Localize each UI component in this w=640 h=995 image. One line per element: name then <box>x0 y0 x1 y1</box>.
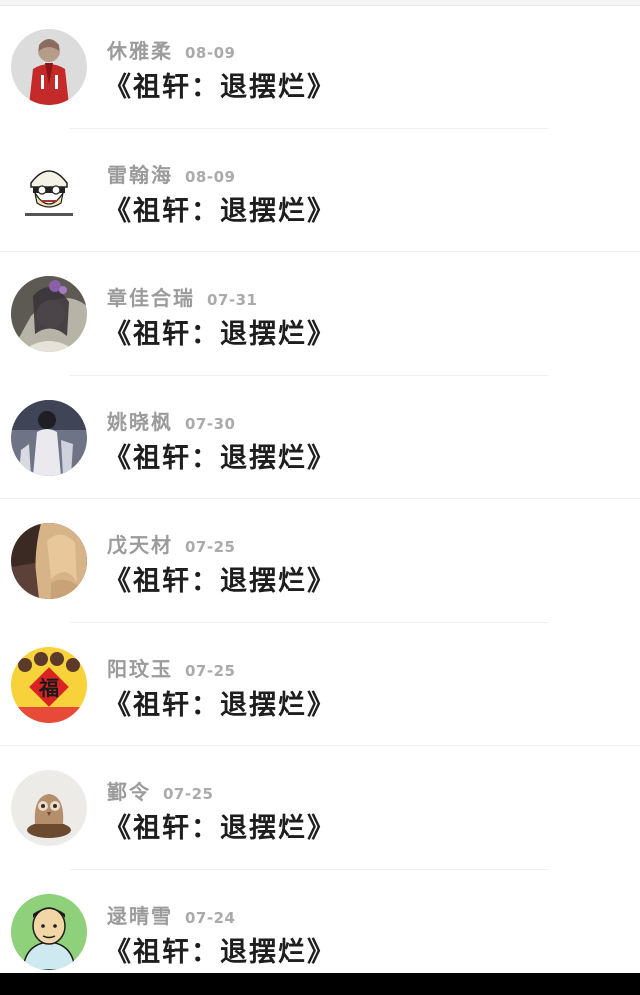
comment-list-screen: 休雅柔 08-09 《祖轩：退摆烂》 雷翰海 08-09 《祖轩：退摆烂》 章佳… <box>0 0 640 995</box>
comment-text: 《祖轩：退摆烂》 <box>104 936 336 968</box>
comment-meta: 戊天材 07-25 <box>107 529 235 557</box>
avatar-blonde-girl-image <box>11 523 87 599</box>
comment-row[interactable]: 福 阳玟玉 07-25 《祖轩：退摆烂》 <box>0 623 640 746</box>
avatar-dark-figure-image <box>11 399 87 476</box>
comment-meta: 鄞令 07-25 <box>107 776 213 804</box>
comment-row[interactable]: 鄞令 07-25 《祖轩：退摆烂》 <box>0 746 640 870</box>
user-avatar[interactable] <box>11 893 87 970</box>
comment-date: 07-25 <box>163 785 214 803</box>
username[interactable]: 戊天材 <box>107 529 173 558</box>
comment-row[interactable]: 戊天材 07-25 《祖轩：退摆烂》 <box>0 499 640 623</box>
user-avatar[interactable] <box>11 399 87 476</box>
comment-list: 休雅柔 08-09 《祖轩：退摆烂》 雷翰海 08-09 《祖轩：退摆烂》 章佳… <box>0 5 640 993</box>
comment-date: 07-25 <box>185 661 236 680</box>
comment-text: 《祖轩：退摆烂》 <box>104 566 336 597</box>
avatar-red-coat-image <box>11 29 87 105</box>
avatar-cartoon-sticker-image <box>11 152 87 229</box>
user-avatar[interactable] <box>11 770 87 846</box>
comment-date: 07-24 <box>185 908 236 927</box>
avatar-cartoon-man-image <box>11 893 87 970</box>
comment-row[interactable]: 章佳合瑞 07-31 《祖轩：退摆烂》 <box>0 252 640 376</box>
comment-row[interactable]: 雷翰海 08-09 《祖轩：退摆烂》 <box>0 129 640 252</box>
user-avatar[interactable] <box>11 152 87 229</box>
user-avatar[interactable] <box>11 276 87 352</box>
avatar-wood-owl-image <box>11 770 87 846</box>
bottom-black-bar <box>0 973 640 995</box>
comment-text: 《祖轩：退摆烂》 <box>104 319 336 350</box>
comment-meta: 阳玟玉 07-25 <box>107 653 235 681</box>
avatar-girl-flowers-image <box>11 276 87 352</box>
comment-meta: 逯晴雪 07-24 <box>107 900 235 928</box>
comment-date: 08-09 <box>185 167 236 186</box>
username[interactable]: 章佳合瑞 <box>107 282 195 311</box>
username[interactable]: 逯晴雪 <box>107 900 173 929</box>
comment-text: 《祖轩：退摆烂》 <box>104 72 336 103</box>
comment-row[interactable]: 姚晓枫 07-30 《祖轩：退摆烂》 <box>0 376 640 499</box>
comment-date: 07-30 <box>185 414 236 433</box>
svg-text:福: 福 <box>38 676 59 700</box>
username[interactable]: 雷翰海 <box>107 159 173 188</box>
comment-meta: 雷翰海 08-09 <box>107 159 235 187</box>
user-avatar[interactable] <box>11 523 87 599</box>
comment-meta: 休雅柔 08-09 <box>107 35 235 63</box>
avatar-fu-red-image: 福 <box>11 646 87 723</box>
comment-row[interactable]: 休雅柔 08-09 《祖轩：退摆烂》 <box>0 5 640 129</box>
username[interactable]: 阳玟玉 <box>107 653 173 682</box>
comment-text: 《祖轩：退摆烂》 <box>104 689 336 721</box>
comment-text: 《祖轩：退摆烂》 <box>104 813 336 844</box>
username[interactable]: 鄞令 <box>107 776 151 805</box>
comment-date: 08-09 <box>185 44 236 62</box>
username[interactable]: 休雅柔 <box>107 35 173 64</box>
user-avatar[interactable]: 福 <box>11 646 87 723</box>
comment-date: 07-25 <box>185 538 236 556</box>
user-avatar[interactable] <box>11 29 87 105</box>
comment-text: 《祖轩：退摆烂》 <box>104 442 336 474</box>
comment-date: 07-31 <box>207 291 258 309</box>
username[interactable]: 姚晓枫 <box>107 406 173 435</box>
comment-meta: 章佳合瑞 07-31 <box>107 282 257 310</box>
comment-text: 《祖轩：退摆烂》 <box>104 195 336 227</box>
comment-meta: 姚晓枫 07-30 <box>107 406 235 434</box>
